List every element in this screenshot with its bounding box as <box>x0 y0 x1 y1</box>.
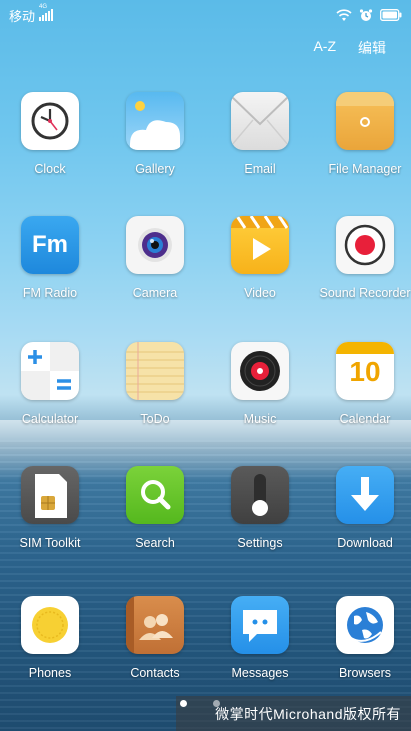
app-label: Settings <box>237 536 283 550</box>
calendar-day: 10 <box>349 356 381 387</box>
file-manager-icon <box>336 92 394 150</box>
app-label: Calendar <box>339 412 391 426</box>
app-label: Clock <box>34 162 66 176</box>
app-label: Camera <box>132 286 178 300</box>
app-music[interactable]: Music <box>210 342 310 442</box>
app-label: Video <box>244 286 276 300</box>
page-dot <box>213 700 220 707</box>
app-label: Email <box>244 162 276 176</box>
app-download[interactable]: Download <box>315 466 411 566</box>
app-label: Messages <box>231 666 289 680</box>
app-search[interactable]: Search <box>105 466 205 566</box>
fm-radio-icon: Fm <box>21 216 79 274</box>
app-todo[interactable]: ToDo <box>105 342 205 442</box>
clock-icon <box>21 92 79 150</box>
app-settings[interactable]: Settings <box>210 466 310 566</box>
app-messages[interactable]: Messages <box>210 596 310 696</box>
app-video[interactable]: Video <box>210 216 310 316</box>
app-label: ToDo <box>140 412 170 426</box>
app-label: Contacts <box>130 666 180 680</box>
app-label: SIM Toolkit <box>19 536 81 550</box>
email-icon <box>231 92 289 150</box>
app-label: Calculator <box>21 412 79 426</box>
app-contacts[interactable]: Contacts <box>105 596 205 696</box>
sound-recorder-icon <box>336 216 394 274</box>
app-sim-toolkit[interactable]: SIM Toolkit <box>0 466 100 566</box>
app-label: Phones <box>28 666 72 680</box>
app-fm-radio[interactable]: Fm FM Radio <box>0 216 100 316</box>
browser-icon <box>336 596 394 654</box>
app-grid: Clock Gallery Email File Manager Fm FM R… <box>0 0 411 731</box>
app-calendar[interactable]: 10 Calendar <box>315 342 411 442</box>
app-label: Sound Recorder <box>319 286 411 300</box>
gallery-icon <box>126 92 184 150</box>
app-browsers[interactable]: Browsers <box>315 596 411 696</box>
app-file-manager[interactable]: File Manager <box>315 92 411 192</box>
calculator-icon <box>21 342 79 400</box>
app-label: Search <box>135 536 175 550</box>
contacts-icon <box>126 596 184 654</box>
app-label: File Manager <box>328 162 402 176</box>
page-dot-active <box>180 700 187 707</box>
watermark-text: 微掌时代Microhand版权所有 <box>215 705 401 722</box>
sim-toolkit-icon <box>21 466 79 524</box>
search-icon <box>126 466 184 524</box>
app-camera[interactable]: Camera <box>105 216 205 316</box>
app-calculator[interactable]: Calculator <box>0 342 100 442</box>
settings-icon <box>231 466 289 524</box>
video-icon <box>231 216 289 274</box>
app-email[interactable]: Email <box>210 92 310 192</box>
camera-icon <box>126 216 184 274</box>
todo-icon <box>126 342 184 400</box>
app-clock[interactable]: Clock <box>0 92 100 192</box>
app-label: Music <box>243 412 277 426</box>
fm-icon-text: Fm <box>32 231 68 258</box>
music-icon <box>231 342 289 400</box>
app-label: Browsers <box>338 666 392 680</box>
phone-icon <box>21 596 79 654</box>
messages-icon <box>231 596 289 654</box>
app-phones[interactable]: Phones <box>0 596 100 696</box>
page-indicator[interactable] <box>180 700 220 707</box>
app-label: Gallery <box>135 162 175 176</box>
app-label: Download <box>337 536 393 550</box>
app-sound-recorder[interactable]: Sound Recorder <box>315 216 411 316</box>
calendar-icon: 10 <box>336 342 394 400</box>
app-gallery[interactable]: Gallery <box>105 92 205 192</box>
app-label: FM Radio <box>22 286 78 300</box>
download-icon <box>336 466 394 524</box>
